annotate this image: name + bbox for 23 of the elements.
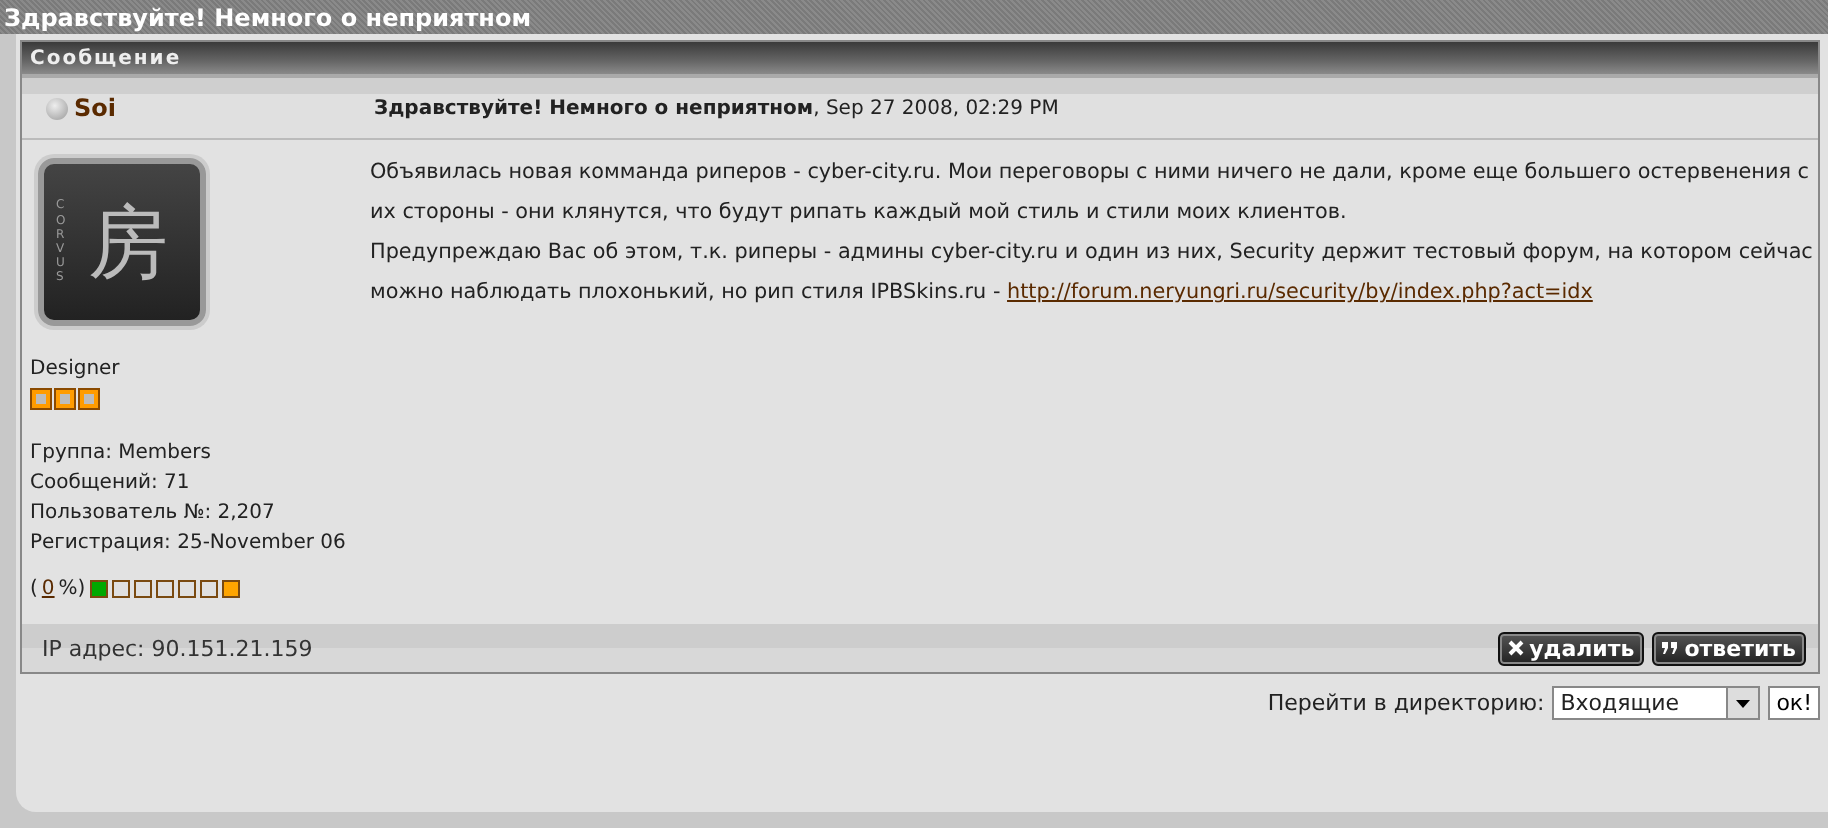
rank-title: Designer xyxy=(30,356,122,384)
close-icon xyxy=(1507,640,1524,656)
folder-select[interactable]: Входящие xyxy=(1552,686,1761,720)
ok-button[interactable]: ок! xyxy=(1768,686,1820,720)
ip-address: IP адрес: 90.151.21.159 xyxy=(42,635,313,661)
delete-button[interactable]: удалить xyxy=(1497,631,1645,665)
post-paragraph: Объявилась новая комманда риперов - cyber-city.ru. Мои переговоры с ними ничего не дали, кроме еще большего остервенения с их стороны - они клянутся, что будут рипать каждый мой стиль и стили моих клиентов. xyxy=(370,158,1811,228)
warn-open: ( xyxy=(30,578,38,600)
post-link[interactable]: http://forum.neryungri.ru/security/by/index.php?act=idx xyxy=(1007,280,1593,304)
section-title: Сообщение xyxy=(30,47,182,69)
post-subject: Здравствуйте! Немного о неприятном, Sep 27 2008, 02:29 PM xyxy=(374,97,1059,119)
post-paragraph: Предупреждаю Вас об этом, т.к. риперы - админы cyber-city.ru и один из них, Security держит тестовый форум, на котором сейчас можно наблюдать плохонький, но рип стиля IPBSkins.ru - http://forum.neryungri.ru/security/by/index.php?act=idx xyxy=(370,238,1815,308)
quote-icon xyxy=(1662,640,1679,656)
reply-button[interactable]: ответить xyxy=(1652,631,1806,665)
member-info: Группа: Members xyxy=(30,440,213,468)
jump-label: Перейти в директорию: xyxy=(1267,690,1545,716)
warn-link[interactable]: 0 xyxy=(41,578,55,600)
warn-close: %) xyxy=(58,578,86,600)
page-title: Здравствуйте! Немного о неприятном xyxy=(4,3,531,31)
member-info: Пользователь №: 2,207 xyxy=(30,500,277,528)
member-info: Регистрация: 25-November 06 xyxy=(30,530,348,558)
member-info: Сообщений: 71 xyxy=(30,470,192,498)
author-name[interactable]: Soi xyxy=(74,94,374,122)
